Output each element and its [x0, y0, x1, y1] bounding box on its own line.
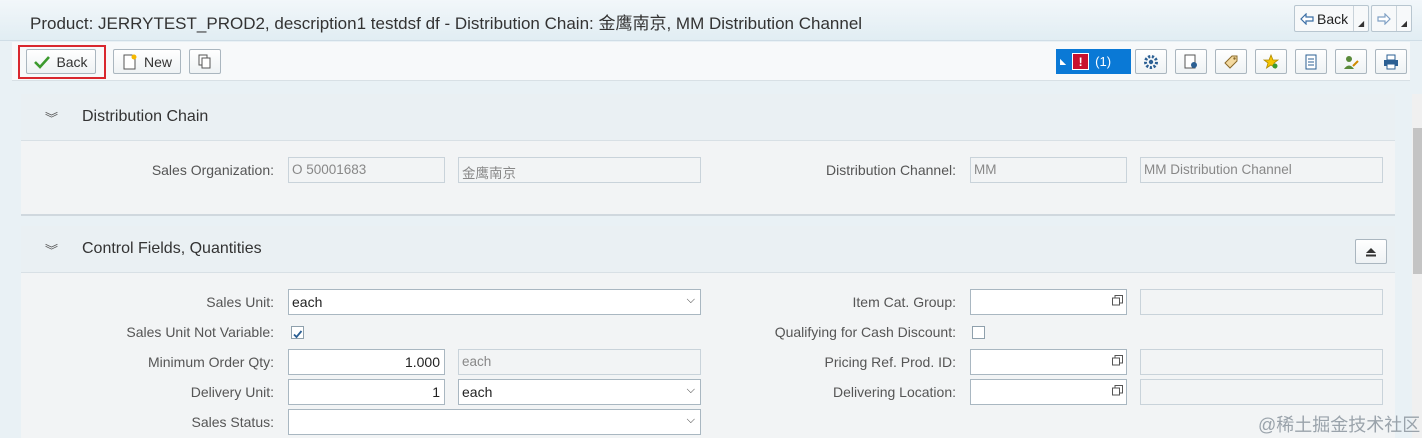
dist-channel-field: MM [970, 157, 1127, 183]
sales-status-select[interactable]: ⌵ [288, 409, 701, 435]
document-icon [1305, 54, 1317, 69]
distribution-chain-header[interactable]: ︾ Distribution Chain [21, 94, 1395, 141]
sales-status-label: Sales Status: [191, 414, 275, 430]
page-settings-icon [1184, 54, 1197, 68]
value-help-icon[interactable] [1112, 385, 1123, 396]
checkmark-icon [293, 330, 303, 339]
min-order-qty-label: Minimum Order Qty: [147, 354, 274, 370]
delivery-unit-label: Delivery Unit: [190, 384, 274, 400]
sales-unit-not-variable-label: Sales Unit Not Variable: [126, 324, 274, 340]
nav-forward-button[interactable] [1372, 6, 1397, 31]
sales-unit-select[interactable]: each ⌵ [288, 289, 701, 315]
delivery-unit-input[interactable]: 1 [288, 379, 445, 405]
copy-button[interactable] [189, 49, 221, 74]
messages-button[interactable]: ◣ ! (1) [1056, 49, 1131, 74]
printer-icon [1384, 54, 1398, 69]
message-count: (1) [1095, 54, 1112, 69]
new-document-icon [123, 54, 137, 69]
sales-unit-label: Sales Unit: [206, 294, 274, 310]
item-cat-group-description [1140, 289, 1383, 315]
collapse-chevron-icon[interactable]: ︾ [45, 108, 58, 127]
delivering-location-description [1140, 379, 1383, 405]
min-order-qty-unit: each [458, 349, 701, 375]
control-fields-title: Control Fields, Quantities [82, 240, 262, 257]
chevron-down-icon: ⌵ [686, 414, 695, 426]
value-help-icon[interactable] [1112, 295, 1123, 306]
nav-back-button[interactable]: Back [1295, 6, 1355, 31]
star-icon [1263, 53, 1279, 69]
page-title: Product: JERRYTEST_PROD2, description1 t… [30, 14, 863, 33]
collapse-chevron-icon[interactable]: ︾ [45, 240, 58, 259]
dist-channel-description: MM Distribution Channel [1140, 157, 1383, 183]
copy-icon [198, 54, 211, 68]
watermark: @稀土掘金技术社区 [1258, 415, 1421, 435]
pricing-ref-description [1140, 349, 1383, 375]
highlight-box [18, 45, 106, 79]
print-button[interactable] [1375, 49, 1407, 74]
tag-button[interactable] [1215, 49, 1247, 74]
pricing-ref-input[interactable] [970, 349, 1127, 375]
flag-icon: ◣ [1060, 57, 1067, 66]
min-order-qty-input[interactable]: 1.000 [288, 349, 445, 375]
settings-button[interactable] [1135, 49, 1167, 74]
nav-back-group[interactable]: Back ◢ [1294, 5, 1370, 32]
eject-icon [1366, 247, 1376, 256]
title-bar: Product: JERRYTEST_PROD2, description1 t… [0, 0, 1422, 41]
scrollbar-thumb[interactable] [1413, 128, 1422, 274]
control-fields-header[interactable]: ︾ Control Fields, Quantities [21, 226, 1395, 273]
chevron-down-icon: ⌵ [686, 294, 695, 306]
nav-forward-dropdown[interactable]: ◢ [1397, 6, 1411, 31]
nav-forward-group[interactable]: ◢ [1371, 5, 1412, 32]
delivering-location-input[interactable] [970, 379, 1127, 405]
distribution-chain-title: Distribution Chain [82, 108, 209, 125]
cash-discount-checkbox[interactable] [972, 326, 985, 339]
forward-arrow-icon [1377, 12, 1391, 25]
sales-org-description: 金鹰南京 [458, 157, 701, 183]
value-help-icon[interactable] [1112, 355, 1123, 366]
sales-org-field: O 50001683 [288, 157, 445, 183]
item-cat-group-input[interactable] [970, 289, 1127, 315]
item-cat-group-label: Item Cat. Group: [852, 294, 956, 310]
dist-channel-label: Distribution Channel: [826, 162, 956, 178]
gear-icon [1144, 54, 1158, 69]
nav-back-label: Back [1317, 10, 1349, 27]
back-arrow-icon [1300, 12, 1314, 25]
tag-icon [1224, 55, 1238, 69]
delivery-unit-unit-value: each [462, 384, 493, 400]
collapse-section-button[interactable] [1355, 239, 1387, 264]
new-button-label: New [143, 53, 172, 70]
sales-unit-value: each [292, 294, 323, 310]
user-edit-icon [1344, 55, 1359, 69]
chevron-down-icon: ⌵ [686, 384, 695, 396]
delivering-location-label: Delivering Location: [833, 384, 956, 400]
pricing-ref-label: Pricing Ref. Prod. ID: [824, 354, 957, 370]
sales-unit-not-variable-checkbox[interactable] [291, 326, 304, 339]
delivery-unit-select[interactable]: each ⌵ [458, 379, 701, 405]
favorites-button[interactable] [1255, 49, 1287, 74]
nav-back-dropdown[interactable]: ◢ [1354, 6, 1368, 31]
notes-button[interactable] [1295, 49, 1327, 74]
error-icon: ! [1072, 53, 1090, 70]
cash-discount-label: Qualifying for Cash Discount: [774, 324, 956, 340]
user-button[interactable] [1335, 49, 1367, 74]
distribution-chain-panel: ︾ Distribution Chain [21, 94, 1395, 216]
sales-org-label: Sales Organization: [151, 162, 274, 178]
personalize-button[interactable] [1175, 49, 1207, 74]
new-button[interactable]: New [113, 49, 181, 74]
